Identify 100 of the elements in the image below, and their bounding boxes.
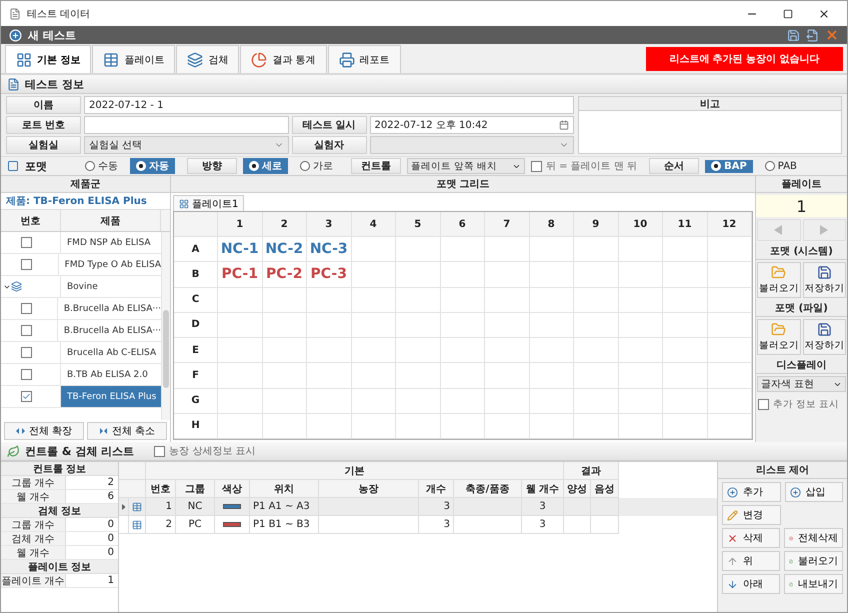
- list-button[interactable]: 삭제: [722, 528, 780, 548]
- plate-well[interactable]: [440, 388, 485, 414]
- plate-well[interactable]: [352, 388, 396, 414]
- save-icon[interactable]: [787, 28, 800, 42]
- tab[interactable]: 기본 정보: [5, 45, 92, 73]
- radio-option[interactable]: 수동: [79, 158, 124, 174]
- list-button[interactable]: 추가: [722, 482, 780, 502]
- list-button[interactable]: 불러오기: [784, 551, 843, 571]
- plate-well[interactable]: [663, 262, 708, 288]
- plate-well[interactable]: [708, 414, 752, 439]
- plate-well[interactable]: [262, 288, 307, 313]
- plate-well[interactable]: [530, 288, 574, 313]
- checkbox[interactable]: [21, 325, 32, 336]
- previous-button[interactable]: [757, 219, 800, 241]
- plate-well[interactable]: [663, 363, 708, 388]
- tree-item[interactable]: FMD Type O Ab ELISA: [58, 254, 161, 275]
- display-dropdown[interactable]: 글자색 표현: [757, 376, 846, 392]
- tester-dropdown[interactable]: [370, 136, 574, 154]
- plate-well[interactable]: [485, 338, 530, 364]
- plate-well[interactable]: [396, 288, 440, 313]
- radio-option[interactable]: 가로: [294, 158, 339, 174]
- tree-item[interactable]: FMD NSP Ab ELISA: [61, 232, 161, 253]
- plate-well[interactable]: [618, 312, 663, 338]
- plate-well[interactable]: [708, 237, 752, 262]
- well-label[interactable]: PC-3: [307, 262, 352, 288]
- checkbox[interactable]: [21, 237, 32, 248]
- plate-well[interactable]: [396, 237, 440, 262]
- tree-item[interactable]: B.Brucella Ab ELISA···: [58, 320, 161, 341]
- checkbox[interactable]: [21, 391, 32, 402]
- plate-well[interactable]: [396, 312, 440, 338]
- plate-well[interactable]: [574, 262, 618, 288]
- expand-all-button[interactable]: 전체 확장: [4, 422, 84, 440]
- plate-well[interactable]: [352, 363, 396, 388]
- checkbox[interactable]: [21, 259, 32, 270]
- plate-well[interactable]: [708, 388, 752, 414]
- plate-well[interactable]: [618, 414, 663, 439]
- plate-well[interactable]: [352, 262, 396, 288]
- plate-well[interactable]: [663, 237, 708, 262]
- plate-well[interactable]: [574, 363, 618, 388]
- plate-well[interactable]: [574, 414, 618, 439]
- plate-well[interactable]: [352, 288, 396, 313]
- plate-well[interactable]: [352, 338, 396, 364]
- plate-well[interactable]: [396, 262, 440, 288]
- plate-well[interactable]: [218, 363, 262, 388]
- plate-well[interactable]: [352, 312, 396, 338]
- next-button[interactable]: [802, 219, 846, 241]
- radio-option[interactable]: PAB: [758, 160, 803, 172]
- name-field[interactable]: 2022-07-12 - 1: [84, 96, 574, 114]
- note-field[interactable]: 비고: [578, 96, 842, 154]
- lab-dropdown[interactable]: 실험실 선택: [84, 136, 288, 154]
- well-label[interactable]: NC-1: [218, 237, 262, 262]
- checkbox[interactable]: [21, 369, 32, 380]
- list-button[interactable]: 아래: [722, 574, 780, 594]
- plate-well[interactable]: [530, 338, 574, 364]
- plate-well[interactable]: [218, 338, 262, 364]
- date-field[interactable]: 2022-07-12 오후 10:42: [370, 116, 574, 134]
- plate-well[interactable]: [396, 414, 440, 439]
- plate-well[interactable]: [396, 388, 440, 414]
- plate-well[interactable]: [440, 312, 485, 338]
- tree-item[interactable]: Brucella Ab C-ELISA: [61, 342, 161, 363]
- list-button[interactable]: 위: [722, 551, 780, 571]
- plate-well[interactable]: [574, 338, 618, 364]
- table-row[interactable]: 1 NC P1 A1 ~ A3 3 3: [119, 498, 717, 516]
- tab[interactable]: 검체: [176, 45, 240, 73]
- plate-well[interactable]: [440, 262, 485, 288]
- plate-well[interactable]: [262, 388, 307, 414]
- plate-well[interactable]: [708, 312, 752, 338]
- plate-well[interactable]: [262, 312, 307, 338]
- checkbox[interactable]: [21, 303, 32, 314]
- plate-well[interactable]: [708, 288, 752, 313]
- list-button[interactable]: 내보내기: [784, 574, 843, 594]
- tree-group[interactable]: Bovine: [61, 276, 161, 297]
- plate-well[interactable]: [307, 288, 352, 313]
- plate-well[interactable]: [485, 288, 530, 313]
- plate-well[interactable]: [307, 414, 352, 439]
- plate-well[interactable]: [530, 312, 574, 338]
- plate-well[interactable]: [440, 338, 485, 364]
- plate-well[interactable]: [574, 237, 618, 262]
- plate-well[interactable]: [440, 414, 485, 439]
- radio-option[interactable]: 자동: [130, 158, 175, 174]
- plate-well[interactable]: [530, 388, 574, 414]
- lot-field[interactable]: [84, 116, 288, 134]
- plate-well[interactable]: [574, 388, 618, 414]
- plate-well[interactable]: [530, 262, 574, 288]
- plate-well[interactable]: [618, 237, 663, 262]
- plate-well[interactable]: [663, 288, 708, 313]
- scrollbar[interactable]: [161, 232, 170, 420]
- plate-well[interactable]: [218, 388, 262, 414]
- plate-well[interactable]: [663, 414, 708, 439]
- plate-well[interactable]: [440, 237, 485, 262]
- plate-well[interactable]: [618, 288, 663, 313]
- plate-well[interactable]: [218, 312, 262, 338]
- plate-tab[interactable]: 플레이트1: [173, 195, 244, 211]
- plate-well[interactable]: [618, 388, 663, 414]
- plate-well[interactable]: [485, 388, 530, 414]
- plate-well[interactable]: [663, 312, 708, 338]
- tree-item[interactable]: TB-Feron ELISA Plus: [61, 386, 161, 407]
- plate-well[interactable]: [618, 338, 663, 364]
- export-icon[interactable]: [806, 28, 819, 42]
- plate-well[interactable]: [618, 262, 663, 288]
